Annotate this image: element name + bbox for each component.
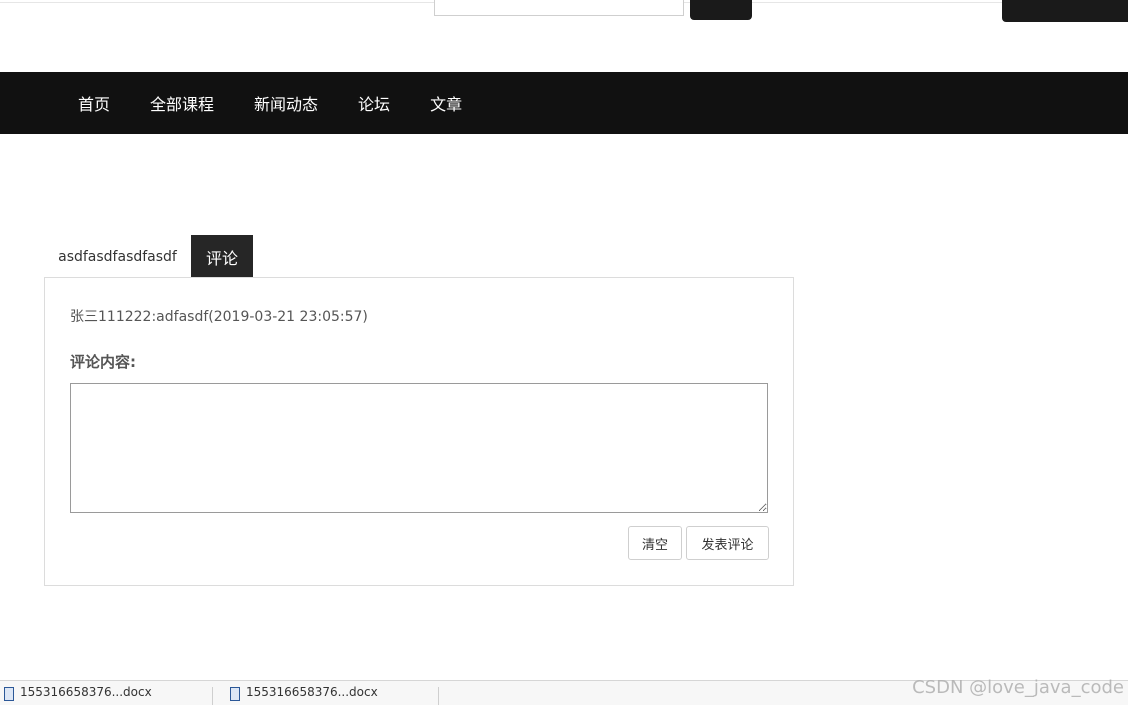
download-item-name: 155316658376...docx	[246, 685, 378, 699]
nav-item-forum[interactable]: 论坛	[358, 91, 390, 115]
comment-textarea[interactable]	[70, 383, 768, 513]
main-navbar: 首页 全部课程 新闻动态 论坛 文章	[0, 72, 1128, 134]
comments-panel: 张三111222:adfasdf(2019-03-21 23:05:57) 评论…	[44, 277, 794, 586]
download-separator	[438, 687, 439, 705]
nav-item-all-courses[interactable]: 全部课程	[150, 91, 214, 115]
search-input[interactable]	[434, 0, 684, 16]
header-action-button[interactable]	[1002, 0, 1128, 22]
comment-content-label: 评论内容:	[70, 353, 136, 371]
nav-item-articles[interactable]: 文章	[430, 91, 462, 115]
search-button[interactable]	[690, 0, 752, 20]
clear-button[interactable]: 清空	[628, 526, 682, 560]
comment-text: :adfasdf	[151, 309, 209, 325]
tab-article[interactable]: asdfasdfasdfasdf	[44, 235, 191, 278]
nav-item-home[interactable]: 首页	[78, 91, 110, 115]
download-item[interactable]: 155316658376...docx	[230, 685, 430, 705]
download-separator	[212, 687, 213, 705]
word-file-icon	[4, 687, 14, 701]
top-header	[0, 0, 1128, 72]
comment-author: 张三111222	[70, 309, 152, 325]
download-item[interactable]: 155316658376...docx	[4, 685, 204, 705]
download-item-name: 155316658376...docx	[20, 685, 152, 699]
content-tabs: asdfasdfasdfasdf 评论	[44, 235, 253, 278]
comment-item: 张三111222:adfasdf(2019-03-21 23:05:57)	[70, 306, 368, 326]
word-file-icon	[230, 687, 240, 701]
watermark: CSDN @love_java_code	[912, 677, 1124, 698]
post-comment-button[interactable]: 发表评论	[686, 526, 769, 560]
tab-comments[interactable]: 评论	[191, 235, 253, 278]
comment-time: (2019-03-21 23:05:57)	[208, 309, 368, 325]
nav-item-news[interactable]: 新闻动态	[254, 91, 318, 115]
nav-list: 首页 全部课程 新闻动态 论坛 文章	[78, 91, 502, 115]
